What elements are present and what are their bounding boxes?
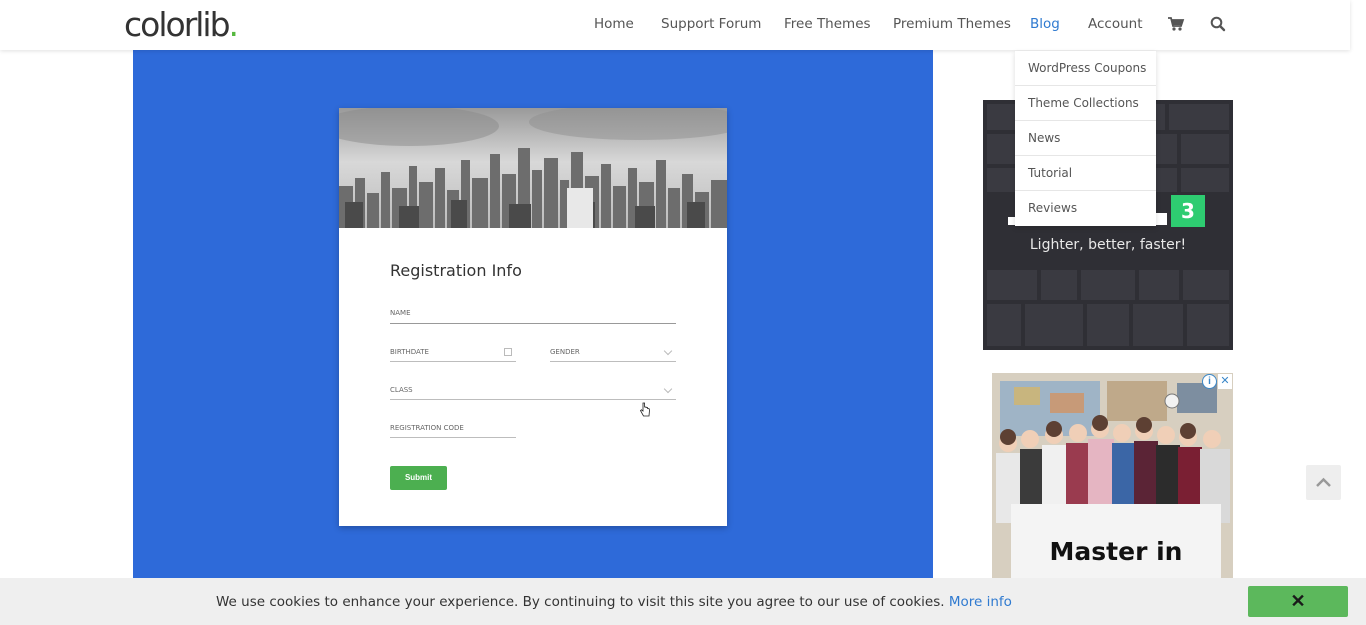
cookie-consent-bar: We use cookies to enhance your experienc… [0,578,1366,625]
gender-select[interactable] [550,361,676,362]
registration-card: Registration Info NAME BIRTHDATE GENDER … [339,108,727,526]
chevron-down-icon [663,346,673,356]
cart-icon[interactable] [1167,15,1185,33]
class-field-label: CLASS [390,386,413,394]
hand-cursor-icon [639,402,650,417]
birthdate-input[interactable] [390,361,516,362]
nav-support-forum[interactable]: Support Forum [661,16,761,32]
nav-free-themes[interactable]: Free Themes [784,16,871,32]
back-to-top-button[interactable] [1306,465,1341,500]
gender-field-label: GENDER [550,348,580,356]
nav-blog[interactable]: Blog [1030,16,1060,32]
cookie-message: We use cookies to enhance your experienc… [216,594,1012,610]
submit-button[interactable]: Submit [390,466,447,490]
name-input[interactable] [390,323,676,324]
chevron-up-icon [1316,477,1331,487]
cookie-text: We use cookies to enhance your experienc… [216,594,945,610]
ad-version-badge: 3 [1171,195,1205,227]
menu-item-theme-collections[interactable]: Theme Collections [1015,86,1156,121]
page: Registration Info NAME BIRTHDATE GENDER … [0,0,1366,625]
ad-tagline: Lighter, better, faster! [1029,237,1187,253]
registration-code-field-label: REGISTRATION CODE [390,424,464,432]
logo-dot: . [228,5,240,44]
menu-item-news[interactable]: News [1015,121,1156,156]
ad-title: Master in [1049,537,1183,566]
nav-account[interactable]: Account [1088,16,1143,32]
menu-item-tutorial[interactable]: Tutorial [1015,156,1156,191]
menu-item-wordpress-coupons[interactable]: WordPress Coupons [1015,51,1156,86]
chevron-down-icon [663,384,673,394]
nav-premium-themes[interactable]: Premium Themes [893,16,1011,32]
more-info-link[interactable]: More info [949,594,1012,610]
calendar-icon[interactable] [504,348,512,356]
course-ad-banner[interactable]: i ✕ Master in [992,373,1233,578]
class-select[interactable] [390,399,676,400]
city-skyline-image [339,108,727,228]
site-header: colorlib. Home Support Forum Free Themes… [0,0,1350,50]
info-icon[interactable]: i [1202,374,1217,389]
form-title: Registration Info [390,261,522,280]
registration-code-input[interactable] [390,437,516,438]
close-icon: ✕ [1290,591,1306,611]
birthdate-field-label: BIRTHDATE [390,348,429,356]
hero-section: Registration Info NAME BIRTHDATE GENDER … [133,50,933,578]
close-icon[interactable]: ✕ [1218,374,1232,389]
colorlib-logo[interactable]: colorlib. [124,5,239,44]
search-icon[interactable] [1209,15,1227,33]
name-field-label: NAME [390,309,411,317]
nav-home[interactable]: Home [594,16,634,32]
ad-caption-box: Master in [1011,504,1221,578]
blog-dropdown-menu: WordPress Coupons Theme Collections News… [1015,51,1156,226]
logo-text: colorlib [124,5,231,44]
cookie-close-button[interactable]: ✕ [1248,586,1348,617]
menu-item-reviews[interactable]: Reviews [1015,191,1156,226]
